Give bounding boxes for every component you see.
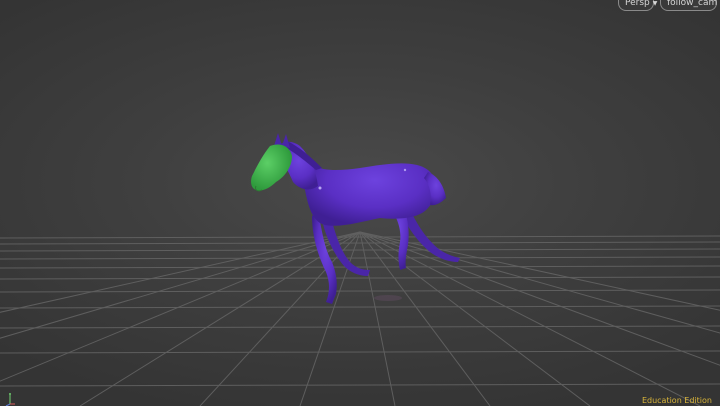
- ground-grid: [0, 231, 720, 406]
- edition-label: Education Edition: [641, 396, 712, 405]
- selected-head-region: [251, 144, 292, 191]
- view-mode-label: Persp: [625, 0, 650, 8]
- horse-shadow: [374, 295, 402, 301]
- 3d-viewport[interactable]: Persp ▼ follow_cam ▼ Education Edition: [0, 0, 720, 406]
- camera-dropdown[interactable]: follow_cam ▼: [660, 0, 717, 11]
- axis-gizmo-icon: [5, 393, 15, 406]
- camera-label: follow_cam: [667, 0, 718, 8]
- scene-canvas[interactable]: [0, 0, 720, 406]
- chevron-down-icon: ▼: [652, 0, 658, 7]
- view-mode-dropdown[interactable]: Persp ▼: [618, 0, 657, 11]
